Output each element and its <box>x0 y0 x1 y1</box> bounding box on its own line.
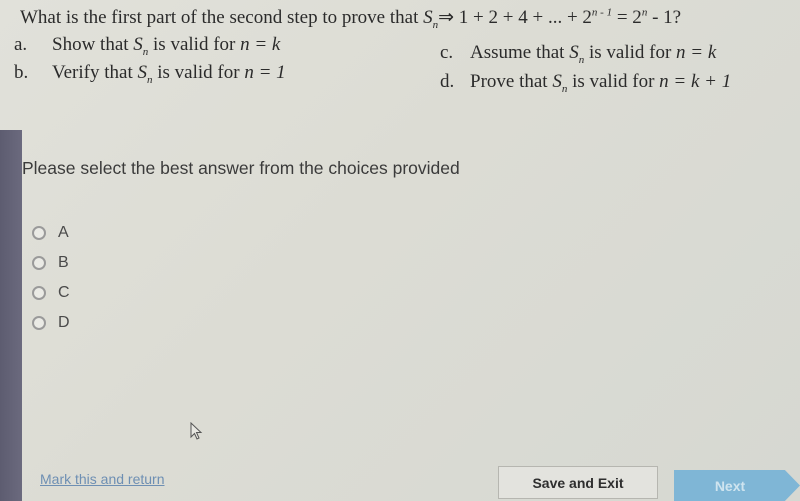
formula-tail: - 1? <box>647 7 682 28</box>
choice-d[interactable]: D <box>32 308 70 338</box>
option-s: S <box>137 62 147 83</box>
answer-choices: A B C D <box>32 218 70 338</box>
question-prefix: What is the first part of the second ste… <box>20 7 424 28</box>
screen-edge <box>0 130 22 501</box>
choice-c[interactable]: C <box>32 278 70 308</box>
option-c: c. Assume that Sn is valid for n = k <box>440 42 716 66</box>
next-button[interactable]: Next <box>674 470 800 501</box>
option-letter: a. <box>14 34 28 55</box>
choice-label: D <box>58 314 70 331</box>
option-text: is valid for <box>567 71 660 92</box>
option-b: b. Verify that Sn is valid for n = 1 <box>14 62 286 86</box>
radio-icon[interactable] <box>32 226 46 240</box>
option-text: is valid for <box>152 62 245 83</box>
choice-label: A <box>58 224 69 241</box>
option-s: S <box>133 34 143 55</box>
option-d: d. Prove that Sn is valid for n = k + 1 <box>440 71 731 95</box>
question-text: What is the first part of the second ste… <box>20 6 681 31</box>
option-s: S <box>552 71 562 92</box>
choice-a[interactable]: A <box>32 218 70 248</box>
instruction-text: Please select the best answer from the c… <box>22 158 460 178</box>
option-text: is valid for <box>584 42 677 63</box>
radio-icon[interactable] <box>32 256 46 270</box>
option-cond: n = 1 <box>244 62 286 83</box>
option-text: Prove that <box>470 71 553 92</box>
option-text: Assume that <box>470 42 570 63</box>
choice-label: C <box>58 284 70 301</box>
formula-arrow: ⇒ <box>438 7 455 28</box>
option-text: Verify that <box>52 62 138 83</box>
option-s: S <box>569 42 579 63</box>
mark-and-return-link[interactable]: Mark this and return <box>40 471 165 487</box>
choice-b[interactable]: B <box>32 248 70 278</box>
option-text: Show that <box>52 34 134 55</box>
option-cond: n = k <box>240 34 281 55</box>
save-and-exit-button[interactable]: Save and Exit <box>498 466 658 499</box>
option-letter: d. <box>440 71 455 92</box>
formula-series: 1 + 2 + 4 + ... + 2 <box>454 7 592 28</box>
radio-icon[interactable] <box>32 286 46 300</box>
option-a: a. Show that Sn is valid for n = k <box>14 34 280 58</box>
radio-icon[interactable] <box>32 316 46 330</box>
mouse-cursor-icon <box>190 422 203 440</box>
option-letter: b. <box>14 62 29 83</box>
formula-exp1: n - 1 <box>591 6 613 19</box>
formula-eq: = 2 <box>612 7 642 28</box>
option-cond: n = k <box>676 42 717 63</box>
quiz-page: What is the first part of the second ste… <box>0 0 800 501</box>
formula-s: S <box>423 7 433 28</box>
option-letter: c. <box>440 42 454 63</box>
option-text: is valid for <box>148 34 241 55</box>
choice-label: B <box>58 254 69 271</box>
option-cond: n = k + 1 <box>659 71 732 92</box>
